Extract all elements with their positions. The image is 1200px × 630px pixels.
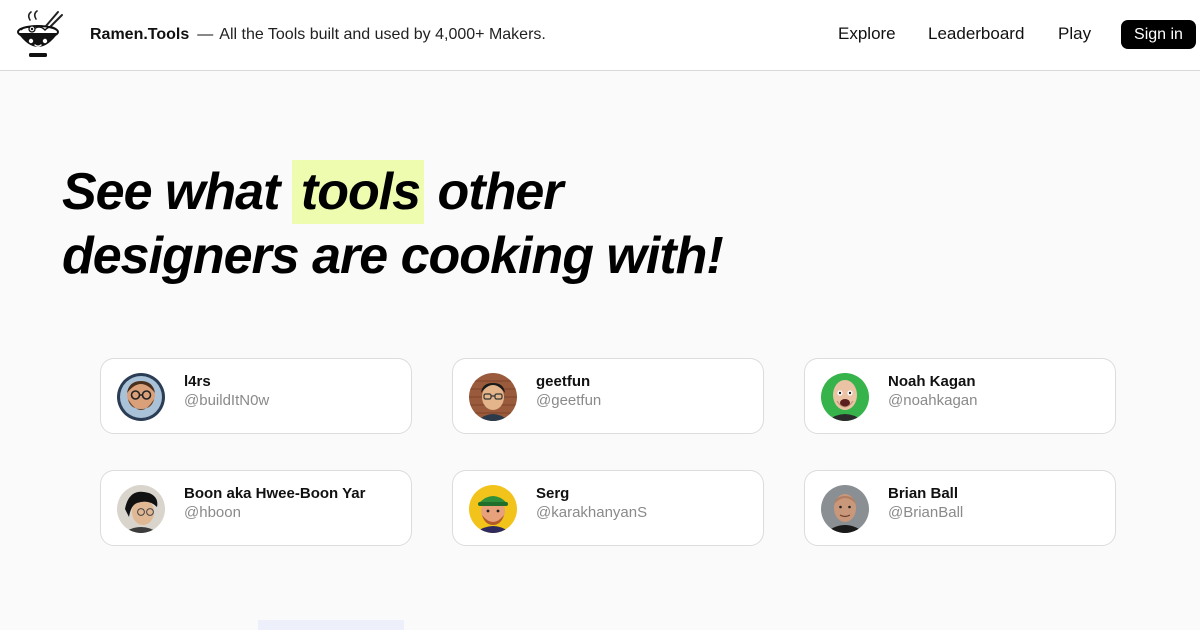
maker-handle: @geetfun <box>536 392 602 409</box>
hero-line-1: See what tools other <box>62 160 723 224</box>
maker-card[interactable]: geetfun @geetfun <box>452 358 764 434</box>
bald-man-grey-bg-avatar <box>821 485 869 533</box>
man-green-cap-yellow-bg-avatar <box>469 485 517 533</box>
bald-man-green-bg-avatar <box>821 373 869 421</box>
hero-text-cooking: are cooking with! <box>298 227 724 285</box>
maker-name: Boon aka Hwee-Boon Yar <box>184 485 366 502</box>
sign-in-button[interactable]: Sign in <box>1121 20 1196 49</box>
maker-card[interactable]: l4rs @buildItN0w <box>100 358 412 434</box>
top-navbar: Ramen.Tools — All the Tools built and used… <box>0 0 1200 71</box>
maker-handle: @hboon <box>184 504 241 521</box>
bearded-man-glasses-avatar <box>117 373 165 421</box>
hero-highlight-tools: tools <box>291 160 425 224</box>
maker-card[interactable]: Boon aka Hwee-Boon Yar @hboon <box>100 470 412 546</box>
maker-name: l4rs <box>184 373 211 390</box>
nav-explore-link[interactable]: Explore <box>838 24 896 44</box>
maker-name: Brian Ball <box>888 485 959 502</box>
maker-name: geetfun <box>536 373 591 390</box>
brand-separator: — <box>197 26 214 43</box>
maker-card[interactable]: Serg @karakhanyanS <box>452 470 764 546</box>
hero-text-designers: designers <box>62 227 300 285</box>
nav-play-link[interactable]: Play <box>1058 24 1091 44</box>
maker-name: Noah Kagan <box>888 373 976 390</box>
brand-name[interactable]: Ramen.Tools <box>90 26 189 43</box>
brand: Ramen.Tools — All the Tools built and used… <box>90 25 546 45</box>
ramen-bowl-logo-icon[interactable] <box>16 10 64 60</box>
hero-line-2: designers are cooking with! <box>62 224 724 288</box>
maker-name: Serg <box>536 485 570 502</box>
maker-card[interactable]: Noah Kagan @noahkagan <box>804 358 1116 434</box>
hero-text-see-what: See what <box>62 163 293 221</box>
man-glasses-avatar <box>469 373 517 421</box>
maker-card[interactable]: Brian Ball @BrianBall <box>804 470 1116 546</box>
nav-leaderboard-link[interactable]: Leaderboard <box>928 24 1024 44</box>
maker-handle: @BrianBall <box>888 504 964 521</box>
maker-handle: @noahkagan <box>888 392 978 409</box>
maker-handle: @buildItN0w <box>184 392 270 409</box>
hero-text-other: other <box>424 163 564 221</box>
maker-handle: @karakhanyanS <box>536 504 648 521</box>
bottom-partial-element <box>258 620 404 630</box>
man-dark-hair-avatar <box>117 485 165 533</box>
hero-headline: See what tools other designers are cooki… <box>62 160 724 288</box>
brand-tagline: All the Tools built and used by 4,000+ M… <box>219 26 546 43</box>
